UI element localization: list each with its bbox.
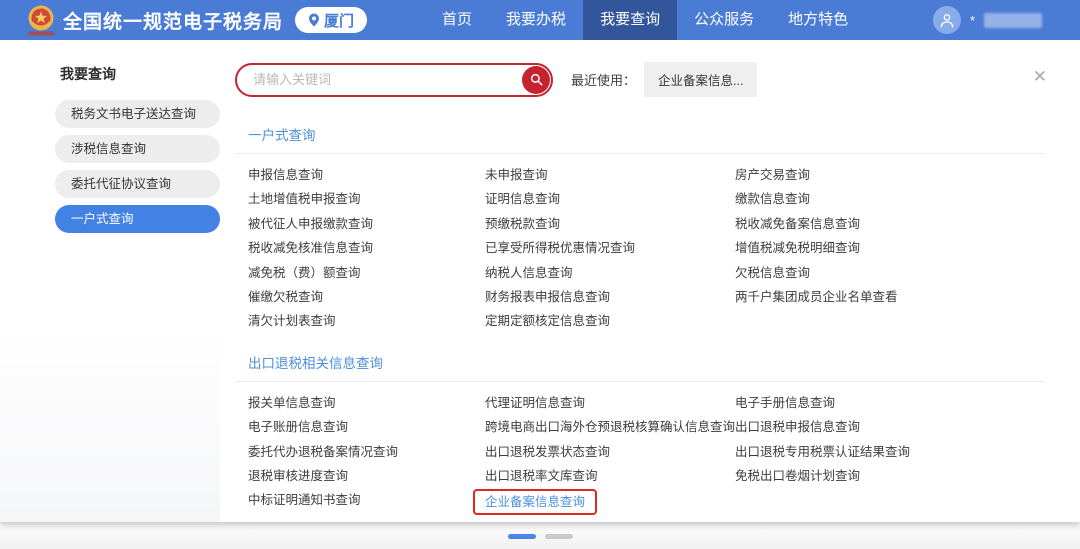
query-link[interactable]: 出口退税发票状态查询 <box>485 445 610 459</box>
username-redacted <box>984 12 1042 28</box>
person-icon <box>940 14 954 28</box>
links-column-2: 房产交易查询 缴款信息查询税收减免备案信息查询 增值税减免税明细查询 欠税信息查询两千… <box>735 163 1045 334</box>
query-link[interactable]: 出口退税申报信息查询 <box>735 420 860 434</box>
links-column-0: 报关单信息查询 电子账册信息查询委托代办退税备案情况查询 退税审核进度查询 中标证明通… <box>248 391 485 516</box>
query-link[interactable]: 税收减免核准信息查询 <box>248 241 373 255</box>
national-emblem-icon <box>28 5 54 31</box>
query-link[interactable]: 退税审核进度查询 <box>248 469 348 483</box>
search-input[interactable] <box>237 72 522 87</box>
query-link[interactable]: 被代征人申报缴款查询 <box>248 217 373 231</box>
sidebar-item-2[interactable]: 委托代征协议查询 <box>55 170 220 198</box>
query-link[interactable]: 预缴税款查询 <box>485 217 560 231</box>
username-prefix: * <box>969 12 975 28</box>
query-link[interactable]: 委托代办退税备案情况查询 <box>248 445 398 459</box>
search-box <box>235 62 553 97</box>
query-link[interactable]: 证明信息查询 <box>485 192 560 206</box>
search-row: 最近使用： 企业备案信息... <box>235 62 1045 97</box>
sidebar-items: 税务文书电子送达查询 涉税信息查询 委托代征协议查询 一户式查询 <box>0 100 220 233</box>
query-link[interactable]: 定期定额核定信息查询 <box>485 314 610 328</box>
query-link[interactable]: 土地增值税申报查询 <box>248 192 361 206</box>
section-title[interactable]: 一户式查询 <box>235 124 1045 144</box>
logo-subtext-redacted <box>28 32 54 35</box>
query-link[interactable]: 跨境电商出口海外仓预退税核算确认信息查询 <box>485 420 735 434</box>
query-link[interactable]: 纳税人信息查询 <box>485 266 573 280</box>
query-panel: 我要查询 税务文书电子送达查询涉税信息查询委托代征协议查询一户式查询 最近使用：… <box>0 40 1080 522</box>
location-selector[interactable]: 厦门 <box>295 7 368 33</box>
section-title[interactable]: 出口退税相关信息查询 <box>235 352 1045 372</box>
query-link[interactable]: 申报信息查询 <box>248 168 323 182</box>
query-link[interactable]: 减免税（费）额查询 <box>248 266 361 280</box>
links-column-1: 未申报查询证明信息查询 预缴税款查询已享受所得税优惠情况查询 纳税人信息查询财务报表… <box>485 163 735 334</box>
site-title: 全国统一规范电子税务局 <box>63 11 284 33</box>
section-0: 一户式查询申报信息查询土地增值税申报查询 被代征人申报缴款查询 税收减免核准信息查询… <box>235 124 1045 334</box>
query-link[interactable]: 电子账册信息查询 <box>248 420 348 434</box>
user-avatar[interactable] <box>932 6 961 34</box>
nav-item-3[interactable]: 公众服务 <box>677 0 771 40</box>
sidebar-title: 我要查询 <box>60 66 116 82</box>
content-area: 最近使用： 企业备案信息... ✕ 一户式查询申报信息查询土地增值税申报查询被代… <box>220 40 1080 522</box>
nav-item-0[interactable]: 首页 <box>425 0 489 40</box>
sidebar-item-1[interactable]: 涉税信息查询 <box>55 135 220 163</box>
query-link[interactable]: 中标证明通知书查询 <box>248 493 361 507</box>
search-button[interactable] <box>522 65 550 94</box>
main-nav: 首页 我要办税 我要查询 公众服务 地方特色 <box>425 0 865 40</box>
query-link[interactable]: 税收减免备案信息查询 <box>735 217 860 231</box>
nav-item-2-active[interactable]: 我要查询 <box>583 0 678 40</box>
links-column-2: 电子手册信息查询出口退税申报信息查询出口退税专用税票认证结果查询 免税出口卷烟计划… <box>735 391 1045 516</box>
tax-bureau-logo <box>27 5 55 35</box>
query-link[interactable]: 清欠计划表查询 <box>248 314 336 328</box>
query-link[interactable]: 缴款信息查询 <box>735 192 810 206</box>
sidebar-item-3-active[interactable]: 一户式查询 <box>55 205 220 233</box>
sidebar-item-0[interactable]: 税务文书电子送达查询 <box>55 100 220 128</box>
query-link[interactable]: 欠税信息查询 <box>735 266 810 280</box>
query-link[interactable]: 出口退税率文库查询 <box>485 469 598 483</box>
nav-item-1[interactable]: 我要办税 <box>489 0 583 40</box>
sidebar: 我要查询 税务文书电子送达查询 涉税信息查询 委托代征协议查询 一户式查询 <box>0 40 220 522</box>
recent-used-item-button[interactable]: 企业备案信息... <box>644 62 758 97</box>
links-column-0: 申报信息查询土地增值税申报查询 被代征人申报缴款查询 税收减免核准信息查询 减免税（费… <box>248 163 485 334</box>
links-grid: 报关单信息查询 电子账册信息查询委托代办退税备案情况查询 退税审核进度查询 中标证明通… <box>235 382 1045 516</box>
query-link-highlighted[interactable]: 企业备案信息查询 <box>473 489 598 516</box>
location-pin-icon <box>309 13 320 27</box>
query-link[interactable]: 出口退税专用税票认证结果查询 <box>735 445 910 459</box>
query-link[interactable]: 报关单信息查询 <box>248 396 336 410</box>
query-link[interactable]: 代理证明信息查询 <box>485 396 585 410</box>
query-link[interactable]: 财务报表申报信息查询 <box>485 290 610 304</box>
query-link[interactable]: 已享受所得税优惠情况查询 <box>485 241 635 255</box>
nav-item-4[interactable]: 地方特色 <box>771 0 865 40</box>
query-sections: 一户式查询申报信息查询土地增值税申报查询 被代征人申报缴款查询 税收减免核准信息查询… <box>235 124 1045 516</box>
pagination <box>0 522 1080 549</box>
pagination-bar-1[interactable] <box>544 534 573 539</box>
query-link[interactable]: 催缴欠税查询 <box>248 290 323 304</box>
query-link[interactable]: 未申报查询 <box>485 168 548 182</box>
user-area: * <box>932 6 1042 34</box>
close-icon[interactable]: ✕ <box>1033 68 1047 85</box>
magnifier-icon <box>530 73 542 86</box>
location-label: 厦门 <box>324 12 355 30</box>
links-grid: 申报信息查询土地增值税申报查询 被代征人申报缴款查询 税收减免核准信息查询 减免税（费… <box>235 154 1045 334</box>
recent-used-label: 最近使用： <box>571 73 637 88</box>
links-column-1: 代理证明信息查询跨境电商出口海外仓预退税核算确认信息查询 出口退税发票状态查询 出口… <box>473 391 735 516</box>
query-link[interactable]: 房产交易查询 <box>735 168 810 182</box>
section-1: 出口退税相关信息查询报关单信息查询 电子账册信息查询委托代办退税备案情况查询 退税审… <box>235 352 1045 516</box>
pagination-bar-0-active[interactable] <box>507 534 536 539</box>
query-link[interactable]: 免税出口卷烟计划查询 <box>735 469 860 483</box>
query-link[interactable]: 增值税减免税明细查询 <box>735 241 860 255</box>
query-link[interactable]: 两千户集团成员企业名单查看 <box>735 290 898 304</box>
query-link[interactable]: 电子手册信息查询 <box>735 396 835 410</box>
top-header: 全国统一规范电子税务局 厦门 首页 我要办税 我要查询 公众服务 地方特色 * <box>0 0 1080 40</box>
